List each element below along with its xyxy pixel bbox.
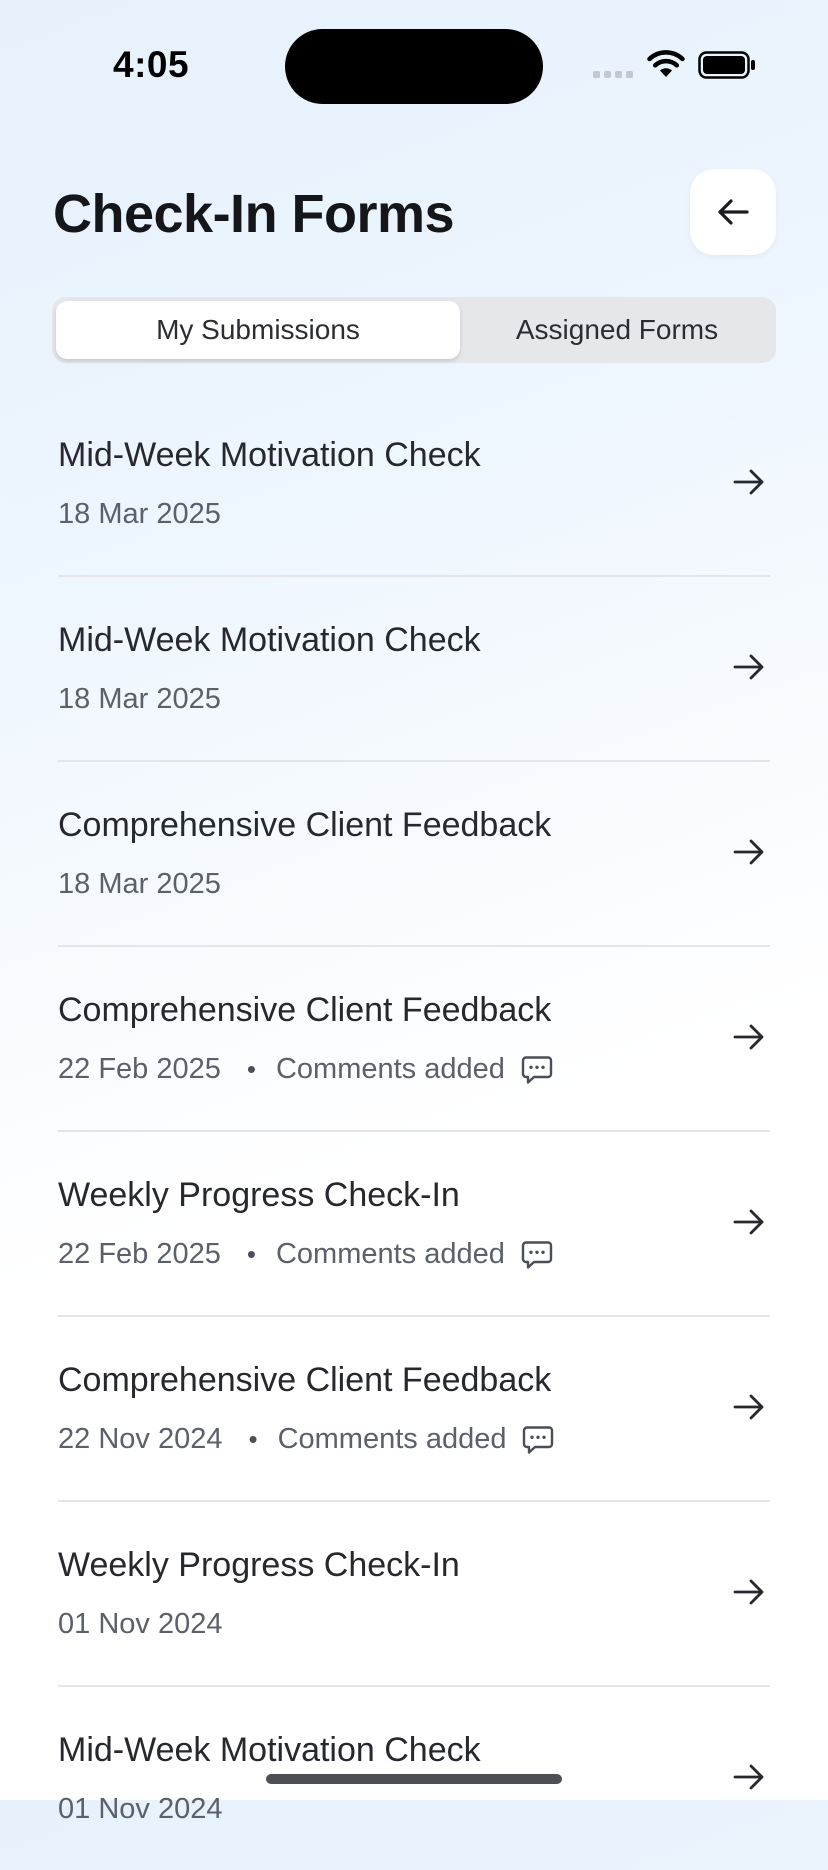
meta-separator: • <box>246 1054 256 1084</box>
status-time: 4:05 <box>113 44 190 85</box>
meta-separator: • <box>248 1424 258 1454</box>
status-bar: 4:05 <box>0 0 828 130</box>
submission-row[interactable]: Mid-Week Motivation Check 18 Mar 2025 <box>58 577 770 762</box>
dynamic-island <box>285 29 543 104</box>
arrow-right-icon <box>733 1394 764 1420</box>
home-indicator[interactable] <box>266 1774 562 1784</box>
arrow-right-icon <box>733 469 764 495</box>
submission-date: 22 Feb 2025 <box>58 1238 221 1270</box>
submission-date: 18 Mar 2025 <box>58 868 221 900</box>
submission-date: 01 Nov 2024 <box>58 1608 223 1640</box>
submission-date: 22 Feb 2025 <box>58 1053 221 1085</box>
submission-row[interactable]: Weekly Progress Check-In 22 Feb 2025 • C… <box>58 1132 770 1317</box>
submission-meta: 18 Mar 2025 <box>58 498 221 531</box>
submission-row[interactable]: Mid-Week Motivation Check 18 Mar 2025 <box>58 392 770 577</box>
meta-separator: • <box>246 1239 256 1269</box>
submission-meta: 18 Mar 2025 <box>58 868 221 901</box>
arrow-right-icon <box>733 1579 764 1605</box>
submission-row[interactable]: Comprehensive Client Feedback 22 Feb 202… <box>58 947 770 1132</box>
submission-date: 18 Mar 2025 <box>58 498 221 530</box>
submission-title: Comprehensive Client Feedback <box>58 806 552 844</box>
page-title: Check-In Forms <box>53 184 455 244</box>
comment-bubble-icon <box>523 1425 554 1454</box>
battery-icon <box>698 51 755 79</box>
back-button[interactable] <box>690 169 776 255</box>
submission-meta: 01 Nov 2024 <box>58 1608 222 1641</box>
arrow-right-icon <box>733 1024 764 1050</box>
wifi-icon <box>647 50 685 77</box>
submission-meta: 18 Mar 2025 <box>58 683 221 716</box>
submission-title: Mid-Week Motivation Check <box>58 621 481 659</box>
submission-row[interactable]: Weekly Progress Check-In 01 Nov 2024 <box>58 1502 770 1687</box>
submission-title: Mid-Week Motivation Check <box>58 1731 481 1769</box>
submission-title: Comprehensive Client Feedback <box>58 991 552 1029</box>
submission-title: Weekly Progress Check-In <box>58 1176 460 1214</box>
comments-label: Comments added <box>275 1238 505 1270</box>
submission-meta: 22 Feb 2025 • Comments added <box>58 1238 553 1271</box>
submission-title: Mid-Week Motivation Check <box>58 436 481 474</box>
tab-assigned-forms[interactable]: Assigned Forms <box>462 301 772 359</box>
submission-date: 22 Nov 2024 <box>58 1423 223 1455</box>
submission-meta: 22 Nov 2024 • Comments added <box>58 1423 554 1456</box>
submissions-tab-bar: My Submissions Assigned Forms <box>52 297 776 363</box>
submission-title: Comprehensive Client Feedback <box>58 1361 552 1399</box>
arrow-right-icon <box>733 654 764 680</box>
submission-meta: 22 Feb 2025 • Comments added <box>58 1053 553 1086</box>
comments-label: Comments added <box>275 1053 505 1085</box>
arrow-right-icon <box>733 839 764 865</box>
submission-meta: 01 Nov 2024 <box>58 1793 222 1826</box>
arrow-left-icon <box>718 199 749 225</box>
submission-title: Weekly Progress Check-In <box>58 1546 460 1584</box>
submission-date: 01 Nov 2024 <box>58 1793 223 1825</box>
comment-bubble-icon <box>521 1055 553 1084</box>
comment-bubble-icon <box>521 1240 553 1269</box>
cellular-signal-icon <box>593 71 633 79</box>
arrow-right-icon <box>733 1764 764 1790</box>
submission-list: Mid-Week Motivation Check 18 Mar 2025 Mi… <box>58 392 770 1870</box>
arrow-right-icon <box>733 1209 764 1235</box>
submission-row[interactable]: Comprehensive Client Feedback 22 Nov 202… <box>58 1317 770 1502</box>
submission-date: 18 Mar 2025 <box>58 683 221 715</box>
submission-row[interactable]: Comprehensive Client Feedback 18 Mar 202… <box>58 762 770 947</box>
comments-label: Comments added <box>277 1423 507 1455</box>
tab-my-submissions[interactable]: My Submissions <box>56 301 460 359</box>
